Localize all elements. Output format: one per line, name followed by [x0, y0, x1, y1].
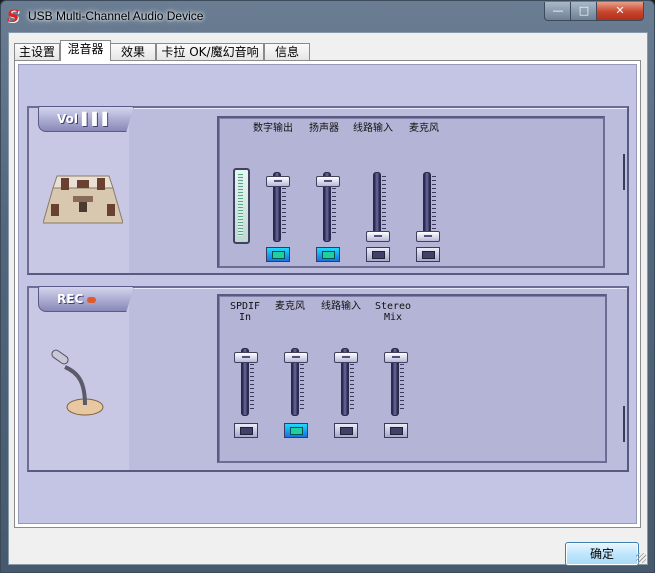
- slider-thumb[interactable]: [266, 176, 290, 187]
- mute-button-speaker[interactable]: [316, 247, 340, 262]
- record-slider-mic[interactable]: [283, 348, 308, 416]
- channel-label: 麦克风: [409, 123, 439, 134]
- slider-thumb[interactable]: [384, 352, 408, 363]
- tab-main-settings[interactable]: 主设置: [14, 43, 60, 61]
- tab-info[interactable]: 信息: [264, 43, 310, 61]
- divider: [623, 154, 625, 190]
- tab-mixer[interactable]: 混音器: [60, 40, 111, 61]
- channel-label: 扬声器: [309, 123, 339, 134]
- vol-bars-icon: ▌▌▌: [82, 112, 113, 126]
- slider-ticks: [382, 176, 386, 236]
- title-bar[interactable]: S USB Multi-Channel Audio Device — □ ✕: [1, 1, 654, 33]
- record-side: REC: [29, 286, 134, 470]
- rec-badge: REC: [38, 286, 134, 312]
- dialog-client: 主设置 混音器 效果 卡拉 OK/魔幻音响 信息 Vol ▌▌▌ 数字输出 扬声…: [8, 32, 648, 566]
- record-select-spdif-in[interactable]: [234, 423, 258, 438]
- record-dot-icon: [87, 296, 97, 303]
- slider-ticks: [432, 176, 436, 236]
- record-select-line-in[interactable]: [334, 423, 358, 438]
- volume-slider-line-in[interactable]: [365, 172, 390, 242]
- mute-button-line-in[interactable]: [366, 247, 390, 262]
- channel-label: 麦克风: [275, 301, 305, 312]
- channel-label: 数字输出: [253, 123, 293, 134]
- record-channels: SPDIF In 麦克风 线路输入 Stereo Mix: [217, 294, 607, 463]
- mixer-panel: Vol ▌▌▌ 数字输出 扬声器 线路输入 麦克风 REC SPDIF In 麦…: [18, 64, 637, 524]
- record-slider-stereo-mix[interactable]: [383, 348, 408, 416]
- microphone-icon: [51, 349, 104, 416]
- vol-badge: Vol ▌▌▌: [38, 106, 134, 132]
- maximize-button[interactable]: □: [570, 2, 598, 21]
- record-group: REC SPDIF In 麦克风 线路输入 Stereo Mix: [27, 286, 629, 472]
- app-logo-icon: S: [7, 7, 20, 27]
- volume-slider-mic[interactable]: [415, 172, 440, 242]
- divider: [623, 406, 625, 442]
- minimize-button[interactable]: —: [544, 2, 572, 21]
- playback-group: Vol ▌▌▌ 数字输出 扬声器 线路输入 麦克风: [27, 106, 629, 275]
- window-title: USB Multi-Channel Audio Device: [28, 9, 204, 23]
- tab-effects[interactable]: 效果: [110, 43, 156, 61]
- app-window: S USB Multi-Channel Audio Device — □ ✕ 主…: [0, 0, 655, 573]
- record-slider-line-in[interactable]: [333, 348, 358, 416]
- level-meter: [233, 168, 250, 244]
- playback-channels: 数字输出 扬声器 线路输入 麦克风: [217, 116, 605, 268]
- tab-karaoke[interactable]: 卡拉 OK/魔幻音响: [156, 43, 264, 61]
- volume-slider-speaker[interactable]: [315, 172, 340, 242]
- rec-badge-label: REC: [57, 292, 84, 306]
- channel-label: SPDIF In: [229, 301, 261, 323]
- slider-thumb[interactable]: [334, 352, 358, 363]
- channel-label: 线路输入: [321, 301, 361, 312]
- channel-label: Stereo Mix: [374, 301, 412, 323]
- volume-slider-digital-out[interactable]: [265, 172, 290, 242]
- slider-thumb[interactable]: [366, 231, 390, 242]
- channel-label: 线路输入: [353, 123, 393, 134]
- slider-thumb[interactable]: [316, 176, 340, 187]
- speaker-setup-icon: [43, 175, 123, 224]
- record-slider-spdif-in[interactable]: [233, 348, 258, 416]
- slider-thumb[interactable]: [284, 352, 308, 363]
- resize-grip-icon[interactable]: [636, 553, 646, 563]
- vol-badge-label: Vol: [57, 112, 78, 126]
- slider-thumb[interactable]: [416, 231, 440, 242]
- mute-button-digital-out[interactable]: [266, 247, 290, 262]
- record-select-stereo-mix[interactable]: [384, 423, 408, 438]
- slider-thumb[interactable]: [234, 352, 258, 363]
- ok-button[interactable]: 确定: [565, 542, 639, 566]
- mixer-page: Vol ▌▌▌ 数字输出 扬声器 线路输入 麦克风 REC SPDIF In 麦…: [14, 60, 641, 528]
- playback-side: Vol ▌▌▌: [29, 106, 134, 273]
- mute-button-mic[interactable]: [416, 247, 440, 262]
- close-button[interactable]: ✕: [596, 2, 644, 21]
- record-select-mic[interactable]: [284, 423, 308, 438]
